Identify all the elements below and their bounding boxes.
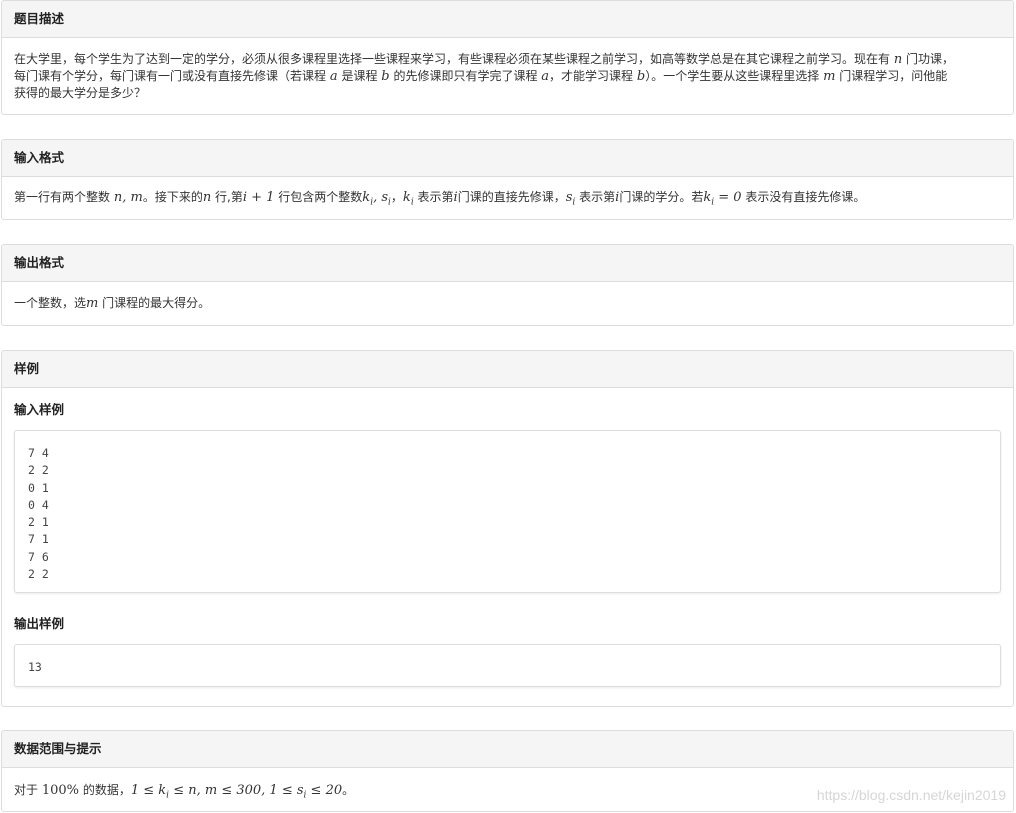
input-format-panel: 输入格式 第一行有两个整数 n, m。接下来的n 行,第i + 1 行包含两个整…	[1, 139, 1014, 220]
description-heading: 题目描述	[2, 1, 1013, 38]
sample-input-block[interactable]: 7 4 2 2 0 1 0 4 2 1 7 1 7 6 2 2	[14, 430, 1001, 593]
watermark: https://blog.csdn.net/kejin2019	[816, 787, 1006, 803]
description-line-3: 获得的最大学分是多少？	[14, 86, 147, 100]
sample-body: 输入样例 7 4 2 2 0 1 0 4 2 1 7 1 7 6 2 2 输出样…	[2, 388, 1013, 687]
input-format-body: 第一行有两个整数 n, m。接下来的n 行,第i + 1 行包含两个整数ki, …	[14, 190, 866, 208]
output-format-heading: 输出格式	[2, 245, 1013, 282]
input-format-heading: 输入格式	[2, 140, 1013, 177]
sample-panel: 样例 输入样例 7 4 2 2 0 1 0 4 2 1 7 1 7 6 2 2 …	[1, 350, 1014, 707]
output-format-body: 一个整数，选m 门课程的最大得分。	[14, 296, 211, 311]
description-line-1: 在大学里，每个学生为了达到一定的学分，必须从很多课程里选择一些课程来学习，有些课…	[14, 52, 955, 67]
sample-heading: 样例	[2, 351, 1013, 388]
description-body: 在大学里，每个学生为了达到一定的学分，必须从很多课程里选择一些课程来学习，有些课…	[2, 38, 1013, 102]
output-format-panel: 输出格式 一个整数，选m 门课程的最大得分。	[1, 244, 1014, 326]
sample-input-label: 输入样例	[14, 402, 65, 417]
hint-heading: 数据范围与提示	[2, 731, 1013, 768]
description-line-2: 每门课有个学分，每门课有一门或没有直接先修课（若课程 a 是课程 b 的先修课即…	[14, 69, 948, 84]
description-panel: 题目描述 在大学里，每个学生为了达到一定的学分，必须从很多课程里选择一些课程来学…	[1, 0, 1014, 115]
sample-output-label: 输出样例	[14, 616, 65, 631]
sample-output-block[interactable]: 13	[14, 644, 1001, 687]
